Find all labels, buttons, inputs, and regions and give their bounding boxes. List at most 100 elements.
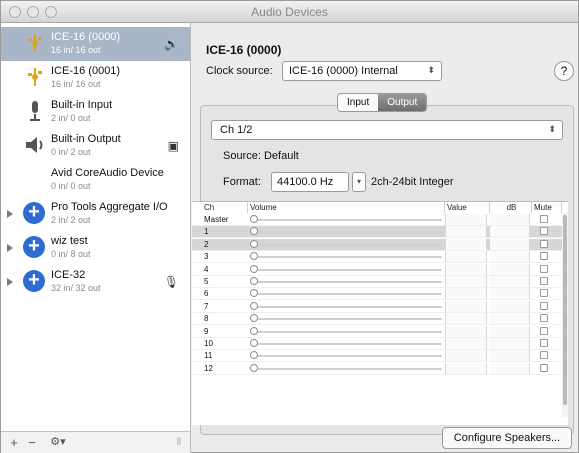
volume-slider-track[interactable] [250, 318, 442, 321]
mute-checkbox[interactable] [540, 326, 548, 335]
volume-slider-track[interactable] [250, 330, 442, 333]
volume-slider-track[interactable] [250, 343, 442, 345]
volume-slider-knob[interactable] [250, 264, 258, 273]
tab-output[interactable]: Output [378, 94, 427, 111]
volume-slider-knob[interactable] [250, 363, 258, 372]
resize-grip-icon[interactable]: ⦀ [173, 434, 185, 451]
value-field[interactable] [445, 226, 487, 238]
value-field[interactable] [445, 251, 487, 263]
db-field[interactable] [490, 338, 530, 349]
tab-input[interactable]: Input [338, 94, 379, 111]
mute-checkbox[interactable] [540, 252, 548, 261]
db-field[interactable] [490, 288, 530, 300]
db-field[interactable] [490, 325, 530, 337]
db-field[interactable] [490, 263, 530, 275]
mute-checkbox[interactable] [540, 351, 548, 360]
column-header-mute[interactable]: Mute [532, 202, 562, 213]
db-field[interactable] [490, 350, 530, 362]
volume-slider-knob[interactable] [250, 351, 258, 360]
volume-slider-knob[interactable] [250, 339, 258, 347]
volume-slider-track[interactable] [250, 231, 442, 234]
table-scrollbar[interactable] [562, 213, 568, 417]
clock-source-value: ICE-16 (0000) Internal [289, 65, 398, 77]
mute-checkbox[interactable] [540, 277, 548, 285]
value-field[interactable] [445, 238, 487, 250]
mute-checkbox[interactable] [540, 363, 548, 372]
value-field[interactable] [445, 214, 487, 225]
volume-slider-track[interactable] [250, 281, 442, 283]
value-field[interactable] [445, 300, 487, 312]
device-list: ICE-16 (0000) 16 in/ 16 out 🔊 ICE-16 (0001)… [1, 23, 191, 431]
db-field[interactable] [490, 251, 530, 263]
scrollbar-thumb[interactable] [563, 215, 567, 405]
volume-slider-knob[interactable] [250, 289, 258, 298]
value-field[interactable] [445, 338, 487, 349]
volume-slider-knob[interactable] [250, 301, 258, 310]
mute-checkbox[interactable] [540, 339, 548, 347]
mute-checkbox[interactable] [540, 289, 548, 298]
db-field[interactable] [490, 214, 530, 225]
volume-slider-knob[interactable] [250, 227, 258, 236]
volume-slider-track[interactable] [250, 293, 442, 296]
format-dropdown-button[interactable]: ▾ [352, 172, 366, 192]
mute-checkbox[interactable] [540, 215, 548, 223]
microphone-icon [30, 101, 40, 121]
mute-checkbox[interactable] [540, 239, 548, 248]
gear-menu-button[interactable]: ⚙▾ [45, 434, 71, 451]
input-output-tabs: Input Output [337, 93, 428, 112]
db-field[interactable] [490, 238, 530, 250]
speaker-device-icon [26, 137, 43, 153]
configure-speakers-button[interactable]: Configure Speakers... [442, 427, 572, 449]
add-device-button[interactable]: + [7, 434, 21, 451]
clock-source-select[interactable]: ICE-16 (0000) Internal ⬍ [282, 61, 442, 81]
mute-checkbox[interactable] [540, 227, 548, 236]
volume-slider-track[interactable] [250, 367, 442, 370]
value-field[interactable] [445, 362, 487, 374]
volume-slider-knob[interactable] [250, 314, 258, 323]
column-header-ch[interactable]: Ch [192, 202, 248, 213]
device-item[interactable]: + Pro Tools Aggregate I/O 2 in/ 2 out [1, 197, 190, 231]
mute-checkbox[interactable] [540, 314, 548, 323]
value-field[interactable] [445, 276, 487, 287]
value-field[interactable] [445, 350, 487, 362]
db-field[interactable] [490, 362, 530, 374]
disclosure-triangle-icon[interactable] [7, 244, 13, 252]
mute-checkbox[interactable] [540, 301, 548, 310]
help-button[interactable]: ? [554, 61, 574, 81]
column-header-db[interactable]: dB [490, 202, 532, 213]
value-field[interactable] [445, 313, 487, 325]
volume-slider-track[interactable] [250, 256, 442, 259]
volume-slider-knob[interactable] [250, 326, 258, 335]
volume-slider-track[interactable] [250, 355, 442, 358]
device-item[interactable]: Avid CoreAudio Device 0 in/ 0 out [1, 163, 190, 197]
column-header-value[interactable]: Value [445, 202, 490, 213]
device-item[interactable]: + ICE-32 32 in/ 32 out 🎙 [1, 265, 190, 299]
db-field[interactable] [490, 226, 530, 238]
device-item[interactable]: Built-in Output 0 in/ 2 out ▣ [1, 129, 190, 163]
channel-select[interactable]: Ch 1/2 ⬍ [211, 120, 563, 140]
db-field[interactable] [490, 313, 530, 325]
volume-slider-track[interactable] [250, 305, 442, 308]
remove-device-button[interactable]: − [25, 434, 39, 451]
device-item[interactable]: ICE-16 (0001) 16 in/ 16 out [1, 61, 190, 95]
volume-slider-knob[interactable] [250, 239, 258, 248]
mute-checkbox[interactable] [540, 264, 548, 273]
column-header-volume[interactable]: Volume [248, 202, 445, 213]
volume-slider-track[interactable] [250, 243, 442, 246]
volume-slider-track[interactable] [250, 268, 442, 271]
value-field[interactable] [445, 325, 487, 337]
db-field[interactable] [490, 276, 530, 287]
device-item[interactable]: Built-in Input 2 in/ 0 out [1, 95, 190, 129]
db-field[interactable] [490, 300, 530, 312]
value-field[interactable] [445, 288, 487, 300]
volume-slider-track[interactable] [250, 219, 442, 221]
device-item[interactable]: ICE-16 (0000) 16 in/ 16 out 🔊 [1, 27, 190, 61]
volume-slider-knob[interactable] [250, 277, 258, 285]
disclosure-triangle-icon[interactable] [7, 278, 13, 286]
volume-slider-knob[interactable] [250, 215, 258, 223]
device-item[interactable]: + wiz test 0 in/ 8 out [1, 231, 190, 265]
disclosure-triangle-icon[interactable] [7, 210, 13, 218]
format-select[interactable]: 44100.0 Hz [271, 172, 349, 192]
value-field[interactable] [445, 263, 487, 275]
volume-slider-knob[interactable] [250, 252, 258, 261]
